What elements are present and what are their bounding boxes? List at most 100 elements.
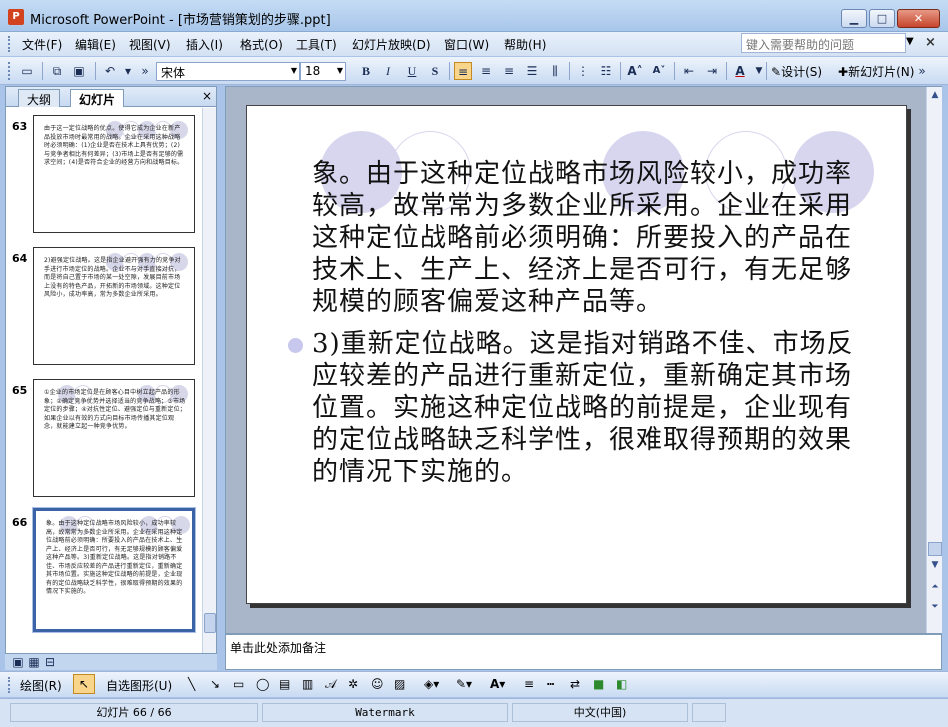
line-color-icon[interactable]: ✎▾ xyxy=(456,677,472,691)
vertical-textbox-icon[interactable]: ▥ xyxy=(302,677,313,691)
numbered-list-icon[interactable]: ⋮ xyxy=(574,62,592,80)
distribute-icon[interactable]: ⫼ xyxy=(546,62,564,80)
new-slide-button[interactable]: ✚新幻灯片(N) xyxy=(838,63,914,80)
line-style-icon[interactable]: ≡ xyxy=(524,677,534,691)
paste-icon[interactable]: ▣ xyxy=(70,62,88,80)
arrow-style-icon[interactable]: ⇄ xyxy=(570,677,580,691)
autoshapes-button[interactable]: 自选图形(U) xyxy=(106,677,172,694)
toolbar-separator xyxy=(569,62,570,80)
chevron-down-icon[interactable]: ▾ xyxy=(119,62,137,80)
font-color-icon[interactable]: A xyxy=(731,62,749,80)
new-document-icon[interactable]: ▭ xyxy=(18,62,36,80)
thumbnail-slide[interactable]: ①企业的市场定位是在顾客心目中树立起产品的形象；②确定竞争优势并选择适当的竞争战… xyxy=(33,379,195,497)
shadow-style-icon[interactable]: ■ xyxy=(593,677,604,691)
scroll-up-icon[interactable]: ▲ xyxy=(927,87,943,103)
close-icon[interactable]: × xyxy=(202,89,212,103)
thumbnail-list: 63 由于这一定位战略的优点。使得它成为企业在新产品投放市场时最常用的战略。企业… xyxy=(6,108,202,653)
toolbar-grip-icon[interactable] xyxy=(8,677,12,693)
menu-edit[interactable]: 编辑(E) xyxy=(75,36,116,53)
tab-outline[interactable]: 大纲 xyxy=(18,89,61,107)
design-label: 设计(S) xyxy=(781,65,823,79)
diagram-icon[interactable]: ✲ xyxy=(348,677,358,691)
justify-icon[interactable]: ☰ xyxy=(523,62,541,80)
menu-window[interactable]: 窗口(W) xyxy=(444,36,489,53)
design-button[interactable]: ✎设计(S) xyxy=(771,63,822,80)
tab-slides[interactable]: 幻灯片 xyxy=(70,89,125,107)
bullet-icon xyxy=(288,338,303,353)
notes-pane[interactable]: 单击此处添加备注 xyxy=(225,634,942,670)
align-center-icon[interactable]: ≡ xyxy=(477,62,495,80)
scrollbar-thumb[interactable] xyxy=(204,613,216,633)
slide-text-box[interactable]: 象。由于这种定位战略市场风险较小，成功率较高，故常常为多数企业所采用。企业在采用… xyxy=(288,158,872,488)
status-design-template: Watermark xyxy=(262,703,508,722)
font-size-select[interactable]: 18 ▼ xyxy=(300,62,346,81)
toolbar-options-icon[interactable]: » xyxy=(136,62,154,80)
copy-icon[interactable]: ⧉ xyxy=(48,62,66,80)
ellipse-tool-icon[interactable]: ◯ xyxy=(256,677,269,691)
fill-color-icon[interactable]: ◈▾ xyxy=(424,677,439,691)
menu-help[interactable]: 帮助(H) xyxy=(504,36,546,53)
toolbar-options-icon[interactable]: » xyxy=(913,62,931,80)
increase-indent-icon[interactable]: ⇥ xyxy=(703,62,721,80)
chevron-down-icon[interactable]: ▼ xyxy=(337,66,343,75)
thumbnail-slide[interactable]: 由于这一定位战略的优点。使得它成为企业在新产品投放市场时最常用的战略。企业在采用… xyxy=(33,115,195,233)
clipart-icon[interactable]: ☺ xyxy=(371,677,384,691)
textbox-tool-icon[interactable]: ▤ xyxy=(279,677,290,691)
next-slide-icon[interactable]: ⏷ xyxy=(927,599,943,615)
shadow-button[interactable]: S xyxy=(426,62,444,80)
3d-style-icon[interactable]: ◧ xyxy=(616,677,627,691)
increase-font-icon[interactable]: A˄ xyxy=(626,62,644,80)
align-right-icon[interactable]: ≡ xyxy=(500,62,518,80)
toolbar-separator xyxy=(726,62,727,80)
drawing-toolbar: 绘图(R) ↖ 自选图形(U) ╲ ↘ ▭ ◯ ▤ ▥ 𝒜 ✲ ☺ ▨ ◈▾ ✎… xyxy=(0,671,948,697)
underline-button[interactable]: U xyxy=(403,62,421,80)
close-button[interactable]: ✕ xyxy=(897,9,940,28)
dash-style-icon[interactable]: ┅ xyxy=(547,677,554,691)
thumbnail-scrollbar[interactable] xyxy=(202,108,216,653)
slide-scrollbar[interactable]: ▲ ▼ ⏶ ⏷ xyxy=(926,87,942,633)
arrow-tool-icon[interactable]: ↘ xyxy=(210,677,220,691)
select-pointer-icon[interactable]: ↖ xyxy=(73,674,95,694)
rectangle-tool-icon[interactable]: ▭ xyxy=(233,677,244,691)
slide-paragraph: 象。由于这种定位战略市场风险较小，成功率较高，故常常为多数企业所采用。企业在采用… xyxy=(312,159,853,317)
title-bar: P Microsoft PowerPoint - [市场营销策划的步骤.ppt]… xyxy=(0,0,948,32)
menu-format[interactable]: 格式(O) xyxy=(240,36,283,53)
font-color-icon[interactable]: A▾ xyxy=(490,677,505,691)
menu-tools[interactable]: 工具(T) xyxy=(296,36,337,53)
slide-bullet-paragraph: 3)重新定位战略。这是指对销路不佳、市场反应较差的产品进行重新定位，重新确定其市… xyxy=(288,328,872,488)
thumbnail-slide-selected[interactable]: 象。由于这种定位战略市场风险较小，成功率较高，故常常为多数企业所采用。企业在采用… xyxy=(32,507,196,633)
close-icon[interactable]: × xyxy=(925,35,936,50)
font-name-select[interactable]: 宋体 ▼ xyxy=(156,62,300,81)
chevron-down-icon[interactable]: ▼ xyxy=(291,66,297,75)
design-icon: ✎ xyxy=(771,65,782,79)
help-search-input[interactable]: 键入需要帮助的问题 xyxy=(741,33,906,53)
menu-slideshow[interactable]: 幻灯片放映(D) xyxy=(352,36,431,53)
maximize-button[interactable]: □ xyxy=(869,9,895,28)
wordart-icon[interactable]: 𝒜 xyxy=(325,677,336,692)
minimize-button[interactable]: ▁ xyxy=(841,9,867,28)
menu-grip-icon[interactable] xyxy=(8,36,12,52)
picture-icon[interactable]: ▨ xyxy=(394,677,405,691)
notes-placeholder: 单击此处添加备注 xyxy=(230,641,327,655)
scroll-down-icon[interactable]: ▼ xyxy=(927,557,943,573)
slide-canvas[interactable]: 象。由于这种定位战略市场风险较小，成功率较高，故常常为多数企业所采用。企业在采用… xyxy=(246,105,907,604)
toolbar-separator xyxy=(42,62,43,80)
toolbar-grip-icon[interactable] xyxy=(8,62,12,80)
bullet-list-icon[interactable]: ☷ xyxy=(597,62,615,80)
chevron-down-icon[interactable]: ▼ xyxy=(906,36,914,47)
italic-button[interactable]: I xyxy=(379,62,397,80)
undo-icon[interactable]: ↶ xyxy=(101,62,119,80)
thumbnail-slide[interactable]: 2)避强定位战略。这是指企业避开强有力的竞争对手进行市场定位的战略。企业不与对手… xyxy=(33,247,195,365)
align-left-icon[interactable]: ≡ xyxy=(454,62,472,80)
previous-slide-icon[interactable]: ⏶ xyxy=(927,579,943,595)
decrease-indent-icon[interactable]: ⇤ xyxy=(680,62,698,80)
bold-button[interactable]: B xyxy=(357,62,375,80)
menu-view[interactable]: 视图(V) xyxy=(129,36,171,53)
scrollbar-thumb[interactable] xyxy=(928,542,942,556)
line-tool-icon[interactable]: ╲ xyxy=(188,677,195,691)
decrease-font-icon[interactable]: A˅ xyxy=(650,62,668,80)
slideshow-view-icon[interactable]: ⊟ xyxy=(41,653,59,671)
menu-insert[interactable]: 插入(I) xyxy=(186,36,223,53)
menu-file[interactable]: 文件(F) xyxy=(22,36,62,53)
draw-menu-button[interactable]: 绘图(R) xyxy=(20,677,62,694)
